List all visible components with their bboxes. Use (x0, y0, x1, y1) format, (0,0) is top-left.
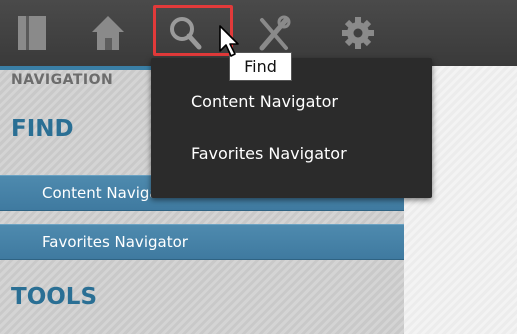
navigation-title: NAVIGATION (11, 72, 114, 88)
gear-icon[interactable] (338, 10, 378, 56)
dropdown-item-favorites-navigator[interactable]: Favorites Navigator (191, 144, 347, 163)
home-icon[interactable] (88, 10, 128, 56)
section-heading-find[interactable]: FIND (11, 116, 74, 142)
tools-icon[interactable] (254, 10, 294, 56)
mouse-cursor-icon (218, 24, 244, 58)
nav-item-favorites-navigator[interactable]: Favorites Navigator (0, 224, 404, 260)
section-heading-tools[interactable]: TOOLS (11, 284, 97, 310)
dropdown-item-content-navigator[interactable]: Content Navigator (191, 92, 338, 111)
sidebar-panel-icon[interactable] (12, 10, 52, 56)
